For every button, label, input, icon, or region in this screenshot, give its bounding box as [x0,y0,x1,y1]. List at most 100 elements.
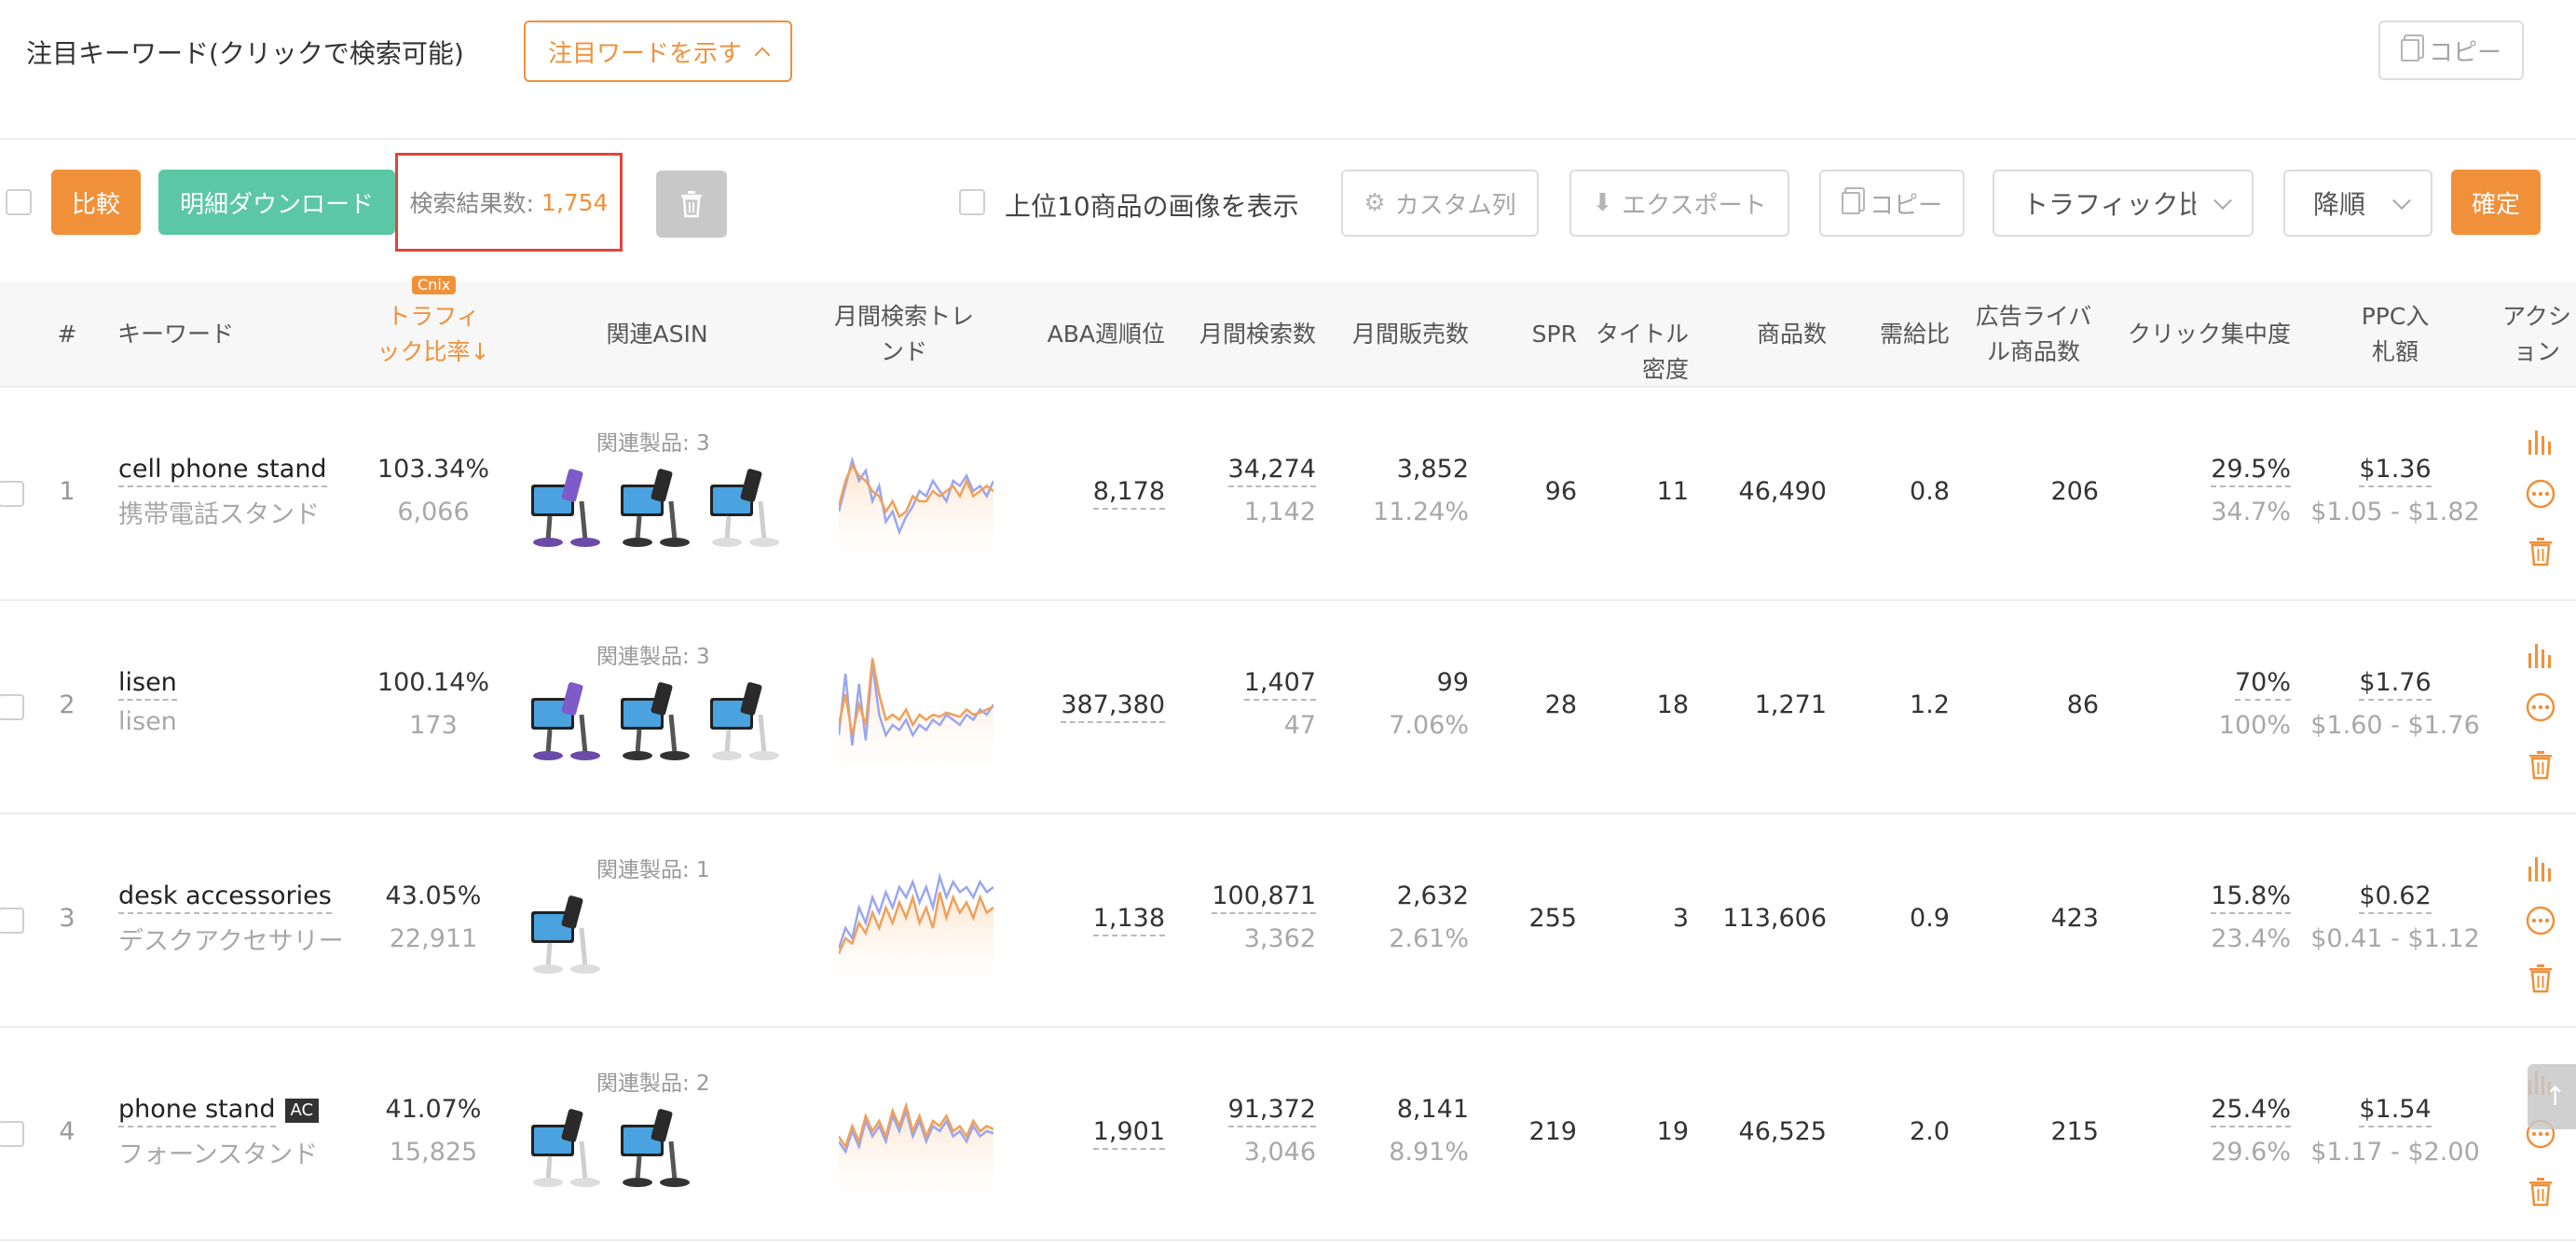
bar-chart-icon[interactable] [2524,425,2557,458]
monthly-search[interactable]: 91,372 [1184,1095,1316,1127]
col-traffic-line2: ック比率↓ [377,338,490,365]
monthly-search[interactable]: 34,274 [1184,455,1316,487]
trash-icon[interactable] [2524,962,2557,995]
export-button[interactable]: ⬇ エクスポート [1569,170,1789,237]
arrow-up-icon: ↑ [2544,1081,2567,1112]
col-click-concentration[interactable]: クリック集中度 [2108,281,2291,388]
monthly-sales: 2,632 [1396,881,1469,910]
traffic-percent: 43.05% [385,881,482,910]
trash-icon[interactable] [2524,535,2557,568]
product-thumbnail[interactable] [617,1104,695,1190]
scroll-to-top-button[interactable]: ↑ [2528,1064,2576,1129]
show-images-checkbox[interactable] [959,189,985,215]
monthly-sales: 99 [1436,668,1469,697]
ppc-bid-range: $1.60 - $1.76 [2310,711,2480,740]
ppc-bid[interactable]: $0.62 [2302,881,2488,914]
row-checkbox[interactable] [0,481,24,507]
monthly-trend-sparkline[interactable] [839,440,993,552]
chevron-down-icon [2213,191,2232,211]
ac-badge: AC [284,1098,320,1123]
more-icon[interactable] [2524,477,2557,511]
click-concentration[interactable]: 15.8% [2108,881,2291,914]
related-products-label: 関連製品: 2 [596,1072,710,1096]
click-concentration-value: 15.8% [2211,881,2291,914]
trash-icon[interactable] [2524,1175,2557,1209]
col-keyword[interactable]: キーワード [117,281,322,388]
product-thumbnail[interactable] [617,464,695,550]
product-thumbnail[interactable] [617,677,695,763]
traffic-percent: 41.07% [385,1095,482,1124]
product-thumbnail[interactable] [528,677,606,763]
result-count-label: 検索結果数: [409,190,534,217]
col-aba[interactable]: ABA週順位 [1025,281,1165,388]
click-concentration[interactable]: 70% [2108,668,2291,701]
ppc-bid[interactable]: $1.36 [2302,455,2488,487]
product-thumbnail[interactable] [528,891,606,977]
click-concentration[interactable]: 29.5% [2108,455,2291,487]
bar-chart-icon[interactable] [2524,638,2557,672]
compare-button[interactable]: 比較 [51,170,141,235]
ppc-bid-value: $1.36 [2359,455,2432,487]
aba-rank[interactable]: 8,178 [1025,477,1165,510]
sort-order-select[interactable]: 降順 [2283,170,2432,237]
keyword-link[interactable]: lisen [118,668,177,701]
more-icon[interactable] [2524,904,2557,937]
sort-field-select[interactable]: トラフィック比 [1993,170,2254,237]
table-row: 2 lisen lisen 100.14% 173 関連製品: 3 387,38… [0,601,2576,814]
col-monthly-sales[interactable]: 月間販売数 [1335,281,1469,388]
show-images-label: 上位10商品の画像を表示 [1005,191,1299,222]
trash-icon[interactable] [2524,748,2557,782]
product-thumbnail[interactable] [706,677,785,763]
keyword-link[interactable]: phone stand AC [118,1095,320,1127]
supply-ratio-value: 1.2 [1910,690,1950,719]
custom-columns-label: カスタム列 [1394,191,1516,220]
col-supply-ratio[interactable]: 需給比 [1845,281,1950,388]
col-title-density[interactable]: タイトル 密度 [1581,281,1689,388]
ppc-bid[interactable]: $1.76 [2302,668,2488,701]
keyword-text: desk accessories [118,881,332,914]
col-traffic[interactable]: Cnix トラフィ ック比率↓ [354,276,513,388]
keyword-link[interactable]: cell phone stand [118,455,327,487]
toolbar-copy-button[interactable]: コピー [1819,170,1965,237]
custom-columns-button[interactable]: ⚙ カスタム列 [1341,170,1539,237]
more-icon[interactable] [2524,690,2557,724]
select-all-checkbox[interactable] [6,189,32,215]
product-thumbnails [528,891,606,977]
product-thumbnail[interactable] [528,1104,606,1190]
detail-download-button[interactable]: 明細ダウンロード [158,170,395,235]
traffic-percent: 100.14% [377,668,490,697]
monthly-search-value: 1,407 [1243,668,1316,701]
col-ad-rivals[interactable]: 広告ライバ ル商品数 [1968,281,2099,388]
monthly-trend-sparkline[interactable] [839,867,993,978]
row-checkbox[interactable] [0,1121,24,1147]
click-concentration[interactable]: 25.4% [2108,1095,2291,1127]
confirm-button[interactable]: 確定 [2451,170,2541,235]
product-thumbnail[interactable] [706,464,785,550]
col-ppc[interactable]: PPC入 札額 [2311,281,2479,388]
monthly-trend-sparkline[interactable] [839,653,993,765]
show-keywords-label: 注目ワードを示す [547,39,742,68]
col-spr[interactable]: SPR [1491,281,1577,388]
monthly-trend-sparkline[interactable] [839,1080,993,1192]
monthly-search[interactable]: 1,407 [1184,668,1316,701]
product-thumbnail[interactable] [528,464,606,550]
ppc-bid[interactable]: $1.54 [2302,1095,2488,1127]
confirm-label: 確定 [2471,190,2520,219]
row-checkbox[interactable] [0,694,24,720]
bar-chart-icon[interactable] [2524,852,2557,885]
keyword-link[interactable]: desk accessories [118,881,332,914]
aba-rank[interactable]: 1,138 [1025,904,1165,936]
title-density-value: 18 [1656,690,1689,719]
keyword-text: lisen [118,668,177,701]
monthly-search-value: 100,871 [1212,881,1316,914]
spr-value: 219 [1528,1117,1577,1146]
monthly-search[interactable]: 100,871 [1184,881,1316,914]
col-products[interactable]: 商品数 [1715,281,1827,388]
col-monthly-search[interactable]: 月間検索数 [1184,281,1316,388]
show-keywords-toggle[interactable]: 注目ワードを示す [524,20,792,82]
row-checkbox[interactable] [0,908,24,934]
aba-rank[interactable]: 1,901 [1025,1117,1165,1150]
delete-button[interactable] [656,171,727,238]
keywords-copy-button[interactable]: コピー [2378,20,2524,80]
aba-rank[interactable]: 387,380 [1025,690,1165,723]
